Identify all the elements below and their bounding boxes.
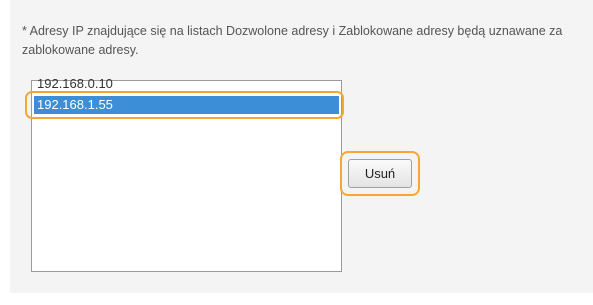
remove-button[interactable]: Usuń: [348, 159, 412, 188]
selected-row-highlight: [25, 91, 344, 119]
remove-button-highlight: Usuń: [340, 151, 420, 196]
info-note: * Adresy IP znajdujące się na listach Do…: [22, 24, 563, 57]
